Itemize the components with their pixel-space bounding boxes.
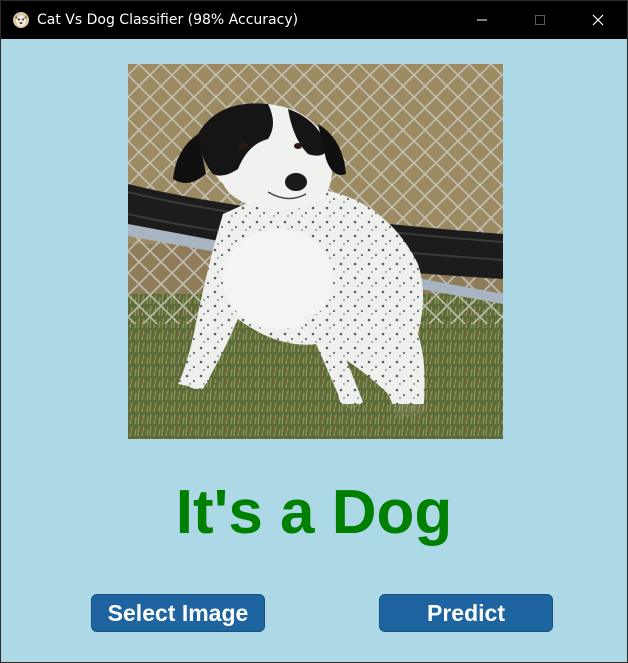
title-bar[interactable]: Cat Vs Dog Classifier (98% Accuracy) bbox=[1, 1, 627, 39]
dog-photo bbox=[128, 64, 503, 439]
minimize-icon bbox=[477, 19, 487, 21]
select-image-button[interactable]: Select Image bbox=[91, 594, 265, 632]
window-title: Cat Vs Dog Classifier (98% Accuracy) bbox=[37, 12, 299, 28]
maximize-button[interactable] bbox=[511, 1, 569, 39]
app-window: Cat Vs Dog Classifier (98% Accuracy) It'… bbox=[0, 0, 628, 663]
prediction-result: It's a Dog bbox=[175, 478, 453, 547]
minimize-button[interactable] bbox=[453, 1, 511, 39]
predict-button[interactable]: Predict bbox=[379, 594, 553, 632]
close-icon bbox=[592, 14, 604, 26]
close-button[interactable] bbox=[569, 1, 627, 39]
window-controls bbox=[453, 1, 627, 39]
app-icon bbox=[11, 10, 31, 30]
maximize-icon bbox=[535, 15, 545, 25]
